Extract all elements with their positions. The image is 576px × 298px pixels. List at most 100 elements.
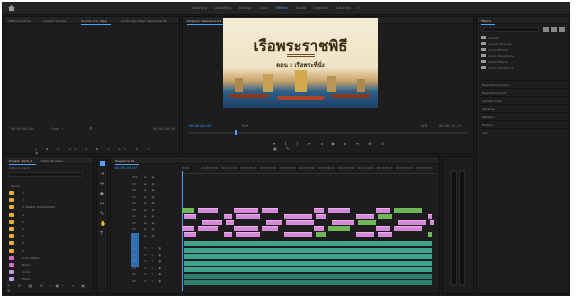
workspace-overflow-icon[interactable]: »	[358, 6, 360, 10]
video-clip[interactable]	[262, 226, 278, 231]
video-clip[interactable]	[226, 220, 234, 225]
source-timecode-in[interactable]: 00;00;00;00	[11, 127, 33, 131]
project-item[interactable]: 5	[8, 219, 92, 225]
column-name-header[interactable]: Name	[11, 184, 20, 188]
type-tool-icon[interactable]: T	[100, 231, 103, 237]
32bit-effects-icon[interactable]	[551, 27, 557, 32]
effects-item[interactable]: Video Transitions	[488, 66, 513, 70]
video-clip[interactable]	[236, 232, 260, 237]
audio-clip[interactable]	[184, 280, 432, 285]
video-clip[interactable]	[234, 226, 258, 231]
eye-lock-icon[interactable]: ◉ ▣	[144, 227, 156, 231]
project-item[interactable]: Color Matte	[8, 255, 92, 261]
mute-solo-icon[interactable]: M S ●	[144, 259, 163, 263]
video-clip[interactable]	[182, 208, 194, 213]
tab-lumetri-scopes[interactable]: Lumetri Scopes	[43, 19, 66, 23]
fit-dropdown[interactable]: Fit	[242, 124, 248, 128]
track-header[interactable]: A4 M S ●	[110, 266, 166, 271]
wrench-icon[interactable]: ⚙	[89, 126, 93, 131]
eye-lock-icon[interactable]: ◉ ▣	[144, 234, 156, 238]
video-clip[interactable]	[284, 214, 312, 219]
eye-lock-icon[interactable]: ◉ ▣	[144, 214, 156, 218]
mute-solo-icon[interactable]: M S ●	[144, 246, 163, 250]
audio-clip[interactable]	[184, 260, 432, 266]
project-item[interactable]: 2	[8, 197, 92, 203]
eye-lock-icon[interactable]: ◉ ▣	[144, 221, 156, 225]
effects-item[interactable]: Presets	[488, 36, 499, 40]
video-clip[interactable]	[266, 220, 282, 225]
project-item[interactable]: Music	[8, 276, 92, 282]
video-clip[interactable]	[316, 232, 326, 237]
pen-tool-icon[interactable]: ✎	[100, 211, 104, 217]
eye-lock-icon[interactable]: ◉ ▣	[144, 208, 156, 212]
video-clip[interactable]	[224, 214, 232, 219]
video-clip[interactable]	[236, 214, 260, 219]
program-timecode[interactable]: 00;00;04;07	[189, 124, 211, 128]
tab-project[interactable]: Project: 2019_1	[9, 159, 37, 165]
section-markers[interactable]: Markers	[480, 112, 568, 119]
track-header[interactable]: V6 ◉ ▣	[110, 201, 166, 206]
section-lumetri-color[interactable]: Lumetri Color	[480, 96, 568, 103]
workspace-assembly[interactable]: Assembly	[215, 6, 231, 10]
video-clip[interactable]	[378, 232, 392, 237]
eye-lock-icon[interactable]: ◉ ▣	[144, 175, 156, 179]
audio-clip[interactable]	[184, 254, 432, 259]
effects-item[interactable]: Lumetri Presets	[488, 42, 511, 46]
eye-lock-icon[interactable]: ◉ ▣	[144, 182, 156, 186]
razor-tool-icon[interactable]: ◆	[100, 191, 104, 197]
eye-lock-icon[interactable]: ◉ ▣	[144, 188, 156, 192]
video-clip[interactable]	[314, 208, 324, 213]
selection-tool-icon[interactable]	[100, 161, 105, 166]
track-header[interactable]: A3 M S ●	[110, 259, 166, 264]
section-essential-sound[interactable]: Essential Sound	[480, 88, 568, 95]
workspace-editing[interactable]: Editing	[239, 6, 251, 10]
video-clip[interactable]	[284, 232, 312, 237]
project-item[interactable]: 8	[8, 240, 92, 246]
section-info[interactable]: Info	[480, 128, 568, 135]
audio-clip[interactable]	[184, 247, 432, 253]
video-clip[interactable]	[394, 208, 422, 213]
project-item[interactable]: 9	[8, 248, 92, 254]
program-scrubber[interactable]	[189, 132, 467, 134]
mute-solo-icon[interactable]: M S ●	[144, 266, 163, 270]
track-header[interactable]: V10 ◉ ▣	[110, 175, 166, 180]
project-search-input[interactable]	[9, 172, 83, 177]
video-clip[interactable]	[378, 214, 392, 219]
yuv-effects-icon[interactable]	[559, 27, 565, 32]
video-clip[interactable]	[356, 232, 374, 237]
audio-clip[interactable]	[184, 273, 432, 279]
mute-solo-icon[interactable]: M S ●	[144, 253, 163, 257]
track-header[interactable]: V9 ◉ ▣	[110, 182, 166, 187]
video-clip[interactable]	[286, 220, 314, 225]
program-transport-controls[interactable]: ▾ { } ⇤ ◂ ▶ ▸ ⇥ ⊕ ⊙ ▣ ✎	[273, 141, 393, 151]
eye-lock-icon[interactable]: ◉ ▣	[144, 201, 156, 205]
project-item[interactable]: Audio	[8, 269, 92, 275]
workspace-color[interactable]: Color	[259, 6, 268, 10]
video-clip[interactable]	[184, 214, 196, 219]
video-clip[interactable]	[198, 226, 218, 231]
tab-effect-controls[interactable]: Effect Controls	[9, 19, 31, 23]
effects-search-input[interactable]	[481, 27, 539, 32]
mute-solo-icon[interactable]: M S ●	[144, 272, 163, 276]
video-clip[interactable]	[356, 214, 374, 219]
video-clip[interactable]	[428, 214, 432, 219]
video-clip[interactable]	[428, 232, 432, 237]
quality-dropdown[interactable]: 1/2	[421, 124, 427, 128]
project-item[interactable]: 7	[8, 233, 92, 239]
track-header[interactable]: V2 ◉ ▣	[110, 227, 166, 232]
video-clip[interactable]	[358, 220, 376, 225]
workspace-effects[interactable]: Effects	[276, 6, 288, 10]
audio-clip[interactable]	[184, 267, 432, 272]
tab-effects[interactable]: Effects	[481, 19, 496, 25]
timeline-playhead[interactable]	[182, 171, 183, 291]
ripple-edit-tool-icon[interactable]: ⇹	[100, 181, 104, 187]
tab-sequence-01[interactable]: Sequence 01	[115, 159, 139, 165]
track-header[interactable]: V1 ◉ ▣	[110, 234, 166, 239]
track-header[interactable]: V5 ◉ ▣	[110, 208, 166, 213]
video-clip[interactable]	[394, 226, 422, 231]
video-clip[interactable]	[332, 220, 354, 225]
project-item[interactable]: 6	[8, 226, 92, 232]
workspace-graphics[interactable]: Graphics	[313, 6, 328, 10]
program-playhead[interactable]	[235, 130, 237, 135]
timeline-timecode[interactable]: 00;00;04;07	[115, 166, 137, 170]
